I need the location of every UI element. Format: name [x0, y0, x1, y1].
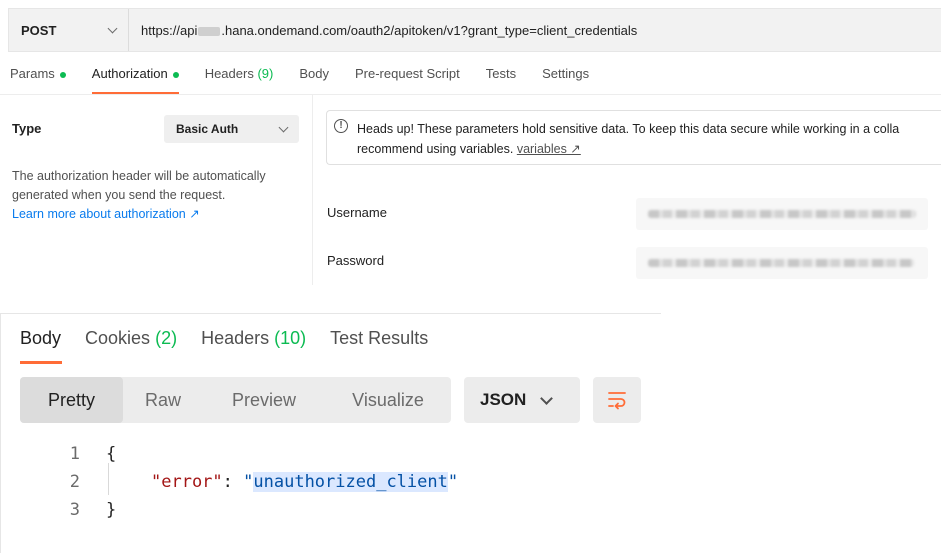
username-label: Username: [327, 205, 387, 220]
redacted-password: [648, 259, 914, 267]
learn-more-link[interactable]: Learn more about authorization ↗: [12, 206, 200, 221]
json-string-value: "unauthorized_client": [243, 472, 459, 492]
code-text: "error": "unauthorized_client": [151, 468, 458, 496]
line-number: 2: [69, 472, 80, 492]
tab-settings[interactable]: Settings: [542, 66, 589, 94]
tab-tests[interactable]: Tests: [486, 66, 516, 94]
response-tab-cookies-label: Cookies: [85, 328, 151, 348]
url-input[interactable]: https://api .hana.ondemand.com/oauth2/api…: [129, 23, 637, 38]
chevron-down-icon: [107, 23, 118, 33]
info-icon: !: [334, 119, 348, 133]
notice-text: Heads up! These parameters hold sensitiv…: [357, 119, 941, 159]
panel-divider: [312, 95, 313, 285]
language-label: JSON: [480, 390, 527, 409]
redacted-username: [648, 210, 916, 218]
response-tab-test-results[interactable]: Test Results: [330, 328, 428, 364]
variables-link[interactable]: variables ↗: [517, 142, 581, 156]
chevron-down-icon: [278, 122, 289, 132]
tab-authorization-label: Authorization: [91, 66, 168, 81]
auth-type-select[interactable]: Basic Auth: [164, 115, 299, 143]
response-tab-cookies[interactable]: Cookies (2): [85, 328, 177, 364]
json-key: "error": [151, 472, 223, 492]
authorization-indicator-dot: [172, 71, 179, 78]
cookies-count: (2): [155, 328, 178, 348]
method-select[interactable]: POST: [9, 9, 129, 51]
language-select[interactable]: JSON: [464, 377, 580, 423]
auth-type-value: Basic Auth: [176, 122, 239, 136]
code-text: {: [106, 444, 117, 464]
notice-line-2: recommend using variables. variables ↗: [357, 139, 941, 159]
response-tab-headers[interactable]: Headers (10): [201, 328, 306, 364]
wrap-lines-button[interactable]: [593, 377, 641, 423]
tab-tests-label: Tests: [485, 66, 517, 81]
url-suffix: .hana.ondemand.com/oauth2/apitoken/v1?gr…: [221, 22, 638, 38]
tab-headers-label: Headers: [204, 66, 254, 81]
request-bar: POST https://api .hana.ondemand.com/oauth…: [8, 8, 941, 52]
tab-body[interactable]: Body: [299, 66, 329, 94]
tab-pre-request-script[interactable]: Pre-request Script: [355, 66, 460, 94]
format-pretty-button[interactable]: Pretty: [20, 377, 123, 423]
response-tab-test-results-label: Test Results: [330, 328, 429, 348]
headers-count: (10): [274, 328, 307, 348]
username-field[interactable]: [636, 198, 928, 230]
url-prefix: https://api: [141, 22, 198, 38]
response-tab-headers-label: Headers: [201, 328, 270, 348]
tab-headers[interactable]: Headers (9): [205, 66, 274, 94]
format-visualize-button[interactable]: Visualize: [325, 377, 451, 423]
selected-text: unauthorized_client: [253, 472, 448, 492]
format-toggle-group: Pretty Raw Preview Visualize: [20, 377, 451, 423]
tab-params[interactable]: Params: [10, 66, 66, 94]
wrap-lines-icon: [608, 392, 626, 410]
json-colon: :: [222, 472, 244, 492]
password-label: Password: [327, 253, 385, 268]
code-text: }: [106, 500, 117, 520]
notice-line-1: Heads up! These parameters hold sensitiv…: [357, 122, 900, 136]
tab-authorization[interactable]: Authorization: [91, 66, 179, 94]
chevron-down-icon: [540, 391, 554, 405]
notice-line-2-text: recommend using variables.: [357, 142, 514, 156]
tab-headers-count: (9): [257, 66, 274, 81]
tab-pre-request-script-label: Pre-request Script: [354, 66, 460, 81]
redacted-segment: [198, 26, 221, 36]
params-indicator-dot: [59, 71, 66, 78]
auth-type-label: Type: [12, 121, 42, 136]
request-tabs: Params Authorization Headers (9) Body Pr…: [10, 66, 615, 94]
tab-params-label: Params: [10, 66, 55, 81]
tab-body-label: Body: [299, 66, 329, 81]
tab-settings-label: Settings: [542, 66, 590, 81]
response-tab-body-label: Body: [20, 328, 62, 348]
auth-description: The authorization header will be automat…: [12, 169, 266, 202]
line-number: 1: [69, 444, 80, 464]
format-raw-button[interactable]: Raw: [123, 377, 203, 423]
method-label: POST: [21, 22, 57, 38]
password-field[interactable]: [636, 247, 928, 279]
sensitive-data-notice: ! Heads up! These parameters hold sensit…: [326, 110, 941, 165]
format-preview-button[interactable]: Preview: [203, 377, 325, 423]
response-tab-body[interactable]: Body: [20, 328, 63, 364]
line-number: 3: [69, 500, 80, 520]
auth-type-panel: Type Basic Auth The authorization header…: [0, 95, 312, 285]
response-tabs: Body Cookies (2) Headers (10) Test Resul…: [20, 328, 452, 364]
